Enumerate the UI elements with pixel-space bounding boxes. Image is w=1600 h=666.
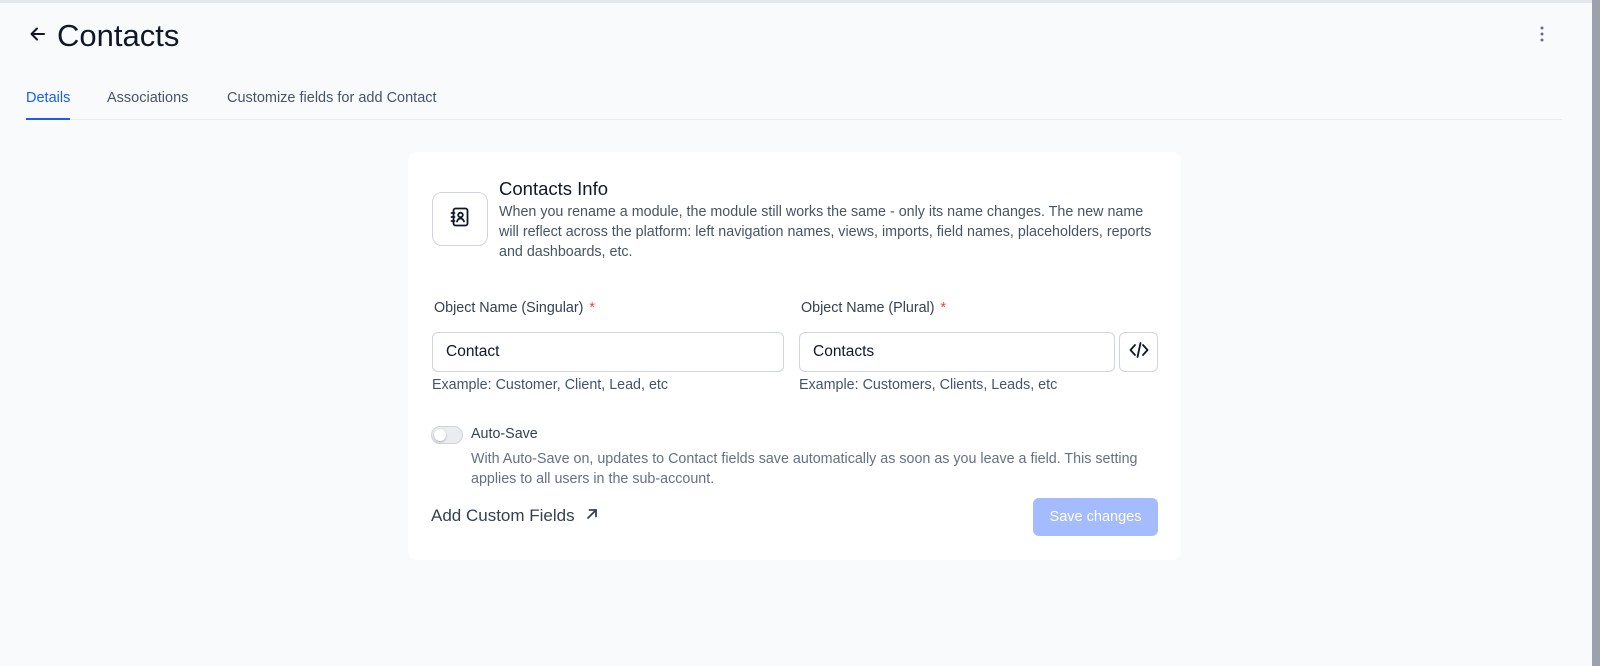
card-description: When you rename a module, the module sti…: [499, 204, 1152, 260]
toggle-knob: [434, 429, 446, 441]
required-mark: *: [940, 300, 947, 316]
code-button[interactable]: [1119, 332, 1158, 372]
save-changes-button[interactable]: Save changes: [1033, 498, 1158, 536]
tab-details[interactable]: Details: [26, 90, 71, 120]
auto-save-toggle[interactable]: [431, 426, 463, 444]
singular-help-text: Example: Customer, Client, Lead, etc: [432, 377, 669, 393]
contact-book-icon: [449, 206, 471, 233]
info-icon-box: [432, 192, 488, 246]
singular-name-input[interactable]: [432, 332, 784, 372]
arrow-up-right-icon: [585, 507, 599, 526]
add-custom-fields-link[interactable]: Add Custom Fields: [431, 506, 599, 526]
add-custom-fields-label: Add Custom Fields: [431, 506, 575, 525]
code-icon: [1129, 341, 1149, 364]
top-border: [0, 0, 1592, 3]
plural-label-text: Object Name (Plural): [801, 300, 935, 316]
auto-save-description: With Auto-Save on, updates to Contact fi…: [471, 451, 1138, 487]
singular-label-text: Object Name (Singular): [434, 300, 584, 316]
card-title: Contacts Info: [499, 178, 609, 199]
back-button[interactable]: [26, 24, 50, 48]
page-title: Contacts: [57, 18, 180, 53]
tab-associations[interactable]: Associations: [107, 90, 188, 120]
tab-customize-fields[interactable]: Customize fields for add Contact: [227, 90, 437, 120]
arrow-left-icon: [28, 24, 48, 49]
required-mark: *: [589, 300, 595, 316]
plural-help-text: Example: Customers, Clients, Leads, etc: [799, 377, 1058, 393]
auto-save-label: Auto-Save: [471, 426, 538, 442]
more-options-button[interactable]: [1530, 24, 1554, 48]
page-header: Contacts: [24, 16, 1554, 56]
dots-vertical-icon: [1539, 25, 1545, 48]
plural-label: Object Name (Plural) *: [801, 300, 946, 316]
tab-bar: Details Associations Customize fields fo…: [26, 86, 1562, 120]
plural-name-input[interactable]: [799, 332, 1115, 372]
scrollbar[interactable]: [1592, 0, 1600, 666]
singular-label: Object Name (Singular) *: [434, 300, 595, 316]
contacts-info-card: Contacts Info When you rename a module, …: [408, 152, 1181, 560]
